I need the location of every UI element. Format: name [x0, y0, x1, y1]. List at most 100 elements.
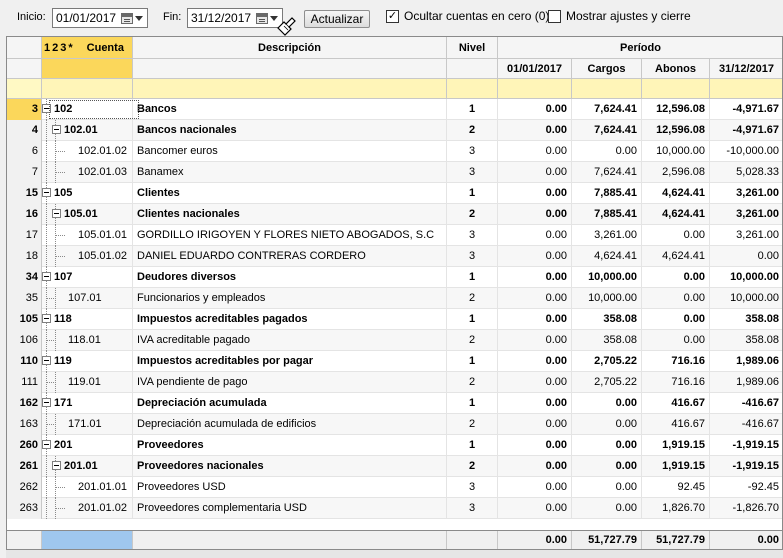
cell-fin[interactable]: -92.45	[710, 477, 782, 498]
calendar-icon[interactable]	[121, 12, 133, 24]
cell-ini[interactable]: 0.00	[498, 288, 572, 309]
row-number[interactable]: 6	[7, 141, 42, 162]
cell-descripcion[interactable]: Proveedores complementaria USD	[133, 498, 447, 519]
collapse-toggle-icon[interactable]	[42, 314, 51, 323]
cell-fin[interactable]: 0.00	[710, 246, 782, 267]
cell-abonos[interactable]: 4,624.41	[642, 204, 710, 225]
cell-ini[interactable]: 0.00	[498, 309, 572, 330]
header-nivel[interactable]: Nivel	[447, 37, 498, 59]
cell-abonos[interactable]: 12,596.08	[642, 99, 710, 120]
cell-fin[interactable]: 1,989.06	[710, 372, 782, 393]
header-descripcion[interactable]: Descripción	[133, 37, 447, 59]
cell-nivel[interactable]: 3	[447, 498, 498, 519]
cell-cargos[interactable]: 358.08	[572, 330, 642, 351]
row-number[interactable]: 34	[7, 267, 42, 288]
cell-abonos[interactable]: 416.67	[642, 414, 710, 435]
cell-descripcion[interactable]: Clientes nacionales	[133, 204, 447, 225]
cell-fin[interactable]: 5,028.33	[710, 162, 782, 183]
cell-cuenta[interactable]: 102.01.02	[42, 141, 133, 162]
cell-nivel[interactable]: 1	[447, 309, 498, 330]
cell-descripcion[interactable]: Depreciación acumulada	[133, 393, 447, 414]
row-number[interactable]: 35	[7, 288, 42, 309]
table-row[interactable]: 15 105 Clientes 1 0.00 7,885.41 4,624.41 3,261.…	[7, 183, 782, 204]
ocultar-cuentas-checkbox[interactable]: ✓ Ocultar cuentas en cero (0)	[386, 9, 549, 23]
cell-fin[interactable]: 1,989.06	[710, 351, 782, 372]
cell-descripcion[interactable]: Deudores diversos	[133, 267, 447, 288]
cell-cargos[interactable]: 2,705.22	[572, 351, 642, 372]
cell-cargos[interactable]: 0.00	[572, 393, 642, 414]
cell-cuenta[interactable]: 105.01.02	[42, 246, 133, 267]
row-number[interactable]: 263	[7, 498, 42, 519]
cell-cargos[interactable]: 0.00	[572, 456, 642, 477]
cell-descripcion[interactable]: Proveedores	[133, 435, 447, 456]
cell-abonos[interactable]: 12,596.08	[642, 120, 710, 141]
cell-abonos[interactable]: 0.00	[642, 267, 710, 288]
cell-cuenta[interactable]: 102.01	[42, 120, 133, 141]
cell-abonos[interactable]: 2,596.08	[642, 162, 710, 183]
cell-fin[interactable]: -1,919.15	[710, 435, 782, 456]
checkbox-box[interactable]: ✓	[386, 9, 399, 23]
cell-fin[interactable]: 358.08	[710, 309, 782, 330]
row-number[interactable]: 3	[7, 99, 42, 120]
cell-ini[interactable]: 0.00	[498, 372, 572, 393]
level-1-button[interactable]: 1	[44, 42, 50, 54]
cell-ini[interactable]: 0.00	[498, 435, 572, 456]
cell-cuenta[interactable]: 107.01	[42, 288, 133, 309]
collapse-toggle-icon[interactable]	[42, 272, 51, 281]
cell-cuenta[interactable]: 201.01	[42, 456, 133, 477]
cell-abonos[interactable]: 0.00	[642, 225, 710, 246]
row-number[interactable]: 4	[7, 120, 42, 141]
cell-cuenta[interactable]: 118	[42, 309, 133, 330]
cell-descripcion[interactable]: Proveedores nacionales	[133, 456, 447, 477]
table-row[interactable]: 110 119 Impuestos acreditables por pagar 1 0…	[7, 351, 782, 372]
cell-ini[interactable]: 0.00	[498, 393, 572, 414]
cell-cargos[interactable]: 2,705.22	[572, 372, 642, 393]
level-all-button[interactable]: *	[68, 42, 72, 54]
cell-nivel[interactable]: 1	[447, 435, 498, 456]
cell-cuenta[interactable]: 119	[42, 351, 133, 372]
filter-inicio[interactable]	[498, 79, 572, 99]
header-col-fin[interactable]: 31/12/2017	[710, 59, 782, 79]
collapse-toggle-icon[interactable]	[52, 125, 61, 134]
cell-ini[interactable]: 0.00	[498, 120, 572, 141]
cell-cuenta[interactable]: 118.01	[42, 330, 133, 351]
cell-cuenta[interactable]: 201.01.01	[42, 477, 133, 498]
cell-ini[interactable]: 0.00	[498, 351, 572, 372]
row-number[interactable]: 111	[7, 372, 42, 393]
level-2-button[interactable]: 2	[52, 42, 58, 54]
cell-nivel[interactable]: 2	[447, 330, 498, 351]
filter-nivel[interactable]	[447, 79, 498, 99]
cell-fin[interactable]: -1,919.15	[710, 456, 782, 477]
cell-abonos[interactable]: 4,624.41	[642, 246, 710, 267]
row-number[interactable]: 260	[7, 435, 42, 456]
cell-abonos[interactable]: 416.67	[642, 393, 710, 414]
cell-descripcion[interactable]: Funcionarios y empleados	[133, 288, 447, 309]
cell-cargos[interactable]: 7,624.41	[572, 162, 642, 183]
cell-descripcion[interactable]: Banamex	[133, 162, 447, 183]
cell-nivel[interactable]: 3	[447, 225, 498, 246]
cell-fin[interactable]: -416.67	[710, 414, 782, 435]
cell-ini[interactable]: 0.00	[498, 246, 572, 267]
calendar-icon[interactable]	[256, 12, 268, 24]
row-number[interactable]: 261	[7, 456, 42, 477]
cell-ini[interactable]: 0.00	[498, 162, 572, 183]
cell-descripcion[interactable]: IVA acreditable pagado	[133, 330, 447, 351]
table-row[interactable]: 34 107 Deudores diversos 1 0.00 10,000.00 0.00…	[7, 267, 782, 288]
cell-nivel[interactable]: 2	[447, 456, 498, 477]
cell-fin[interactable]: -10,000.00	[710, 141, 782, 162]
cell-cuenta[interactable]: 171	[42, 393, 133, 414]
table-row[interactable]: 6 102.01.02 Bancomer euros 3 0.00 0.00 10,000.…	[7, 141, 782, 162]
row-number[interactable]: 7	[7, 162, 42, 183]
cell-cuenta[interactable]: 102.01.03	[42, 162, 133, 183]
table-row[interactable]: 16 105.01 Clientes nacionales 2 0.00 7,885.41…	[7, 204, 782, 225]
table-row[interactable]: 106 118.01 IVA acreditable pagado 2 0.00 358.…	[7, 330, 782, 351]
cell-cuenta[interactable]: 105.01	[42, 204, 133, 225]
row-number[interactable]: 163	[7, 414, 42, 435]
cell-cuenta[interactable]: 201.01.02	[42, 498, 133, 519]
table-row[interactable]: 260 201 Proveedores 1 0.00 0.00 1,919.15 -1,919…	[7, 435, 782, 456]
cell-abonos[interactable]: 716.16	[642, 351, 710, 372]
table-row[interactable]: 262 201.01.01 Proveedores USD 3 0.00 0.00 92.4…	[7, 477, 782, 498]
cell-ini[interactable]: 0.00	[498, 267, 572, 288]
cell-nivel[interactable]: 3	[447, 141, 498, 162]
cell-ini[interactable]: 0.00	[498, 414, 572, 435]
